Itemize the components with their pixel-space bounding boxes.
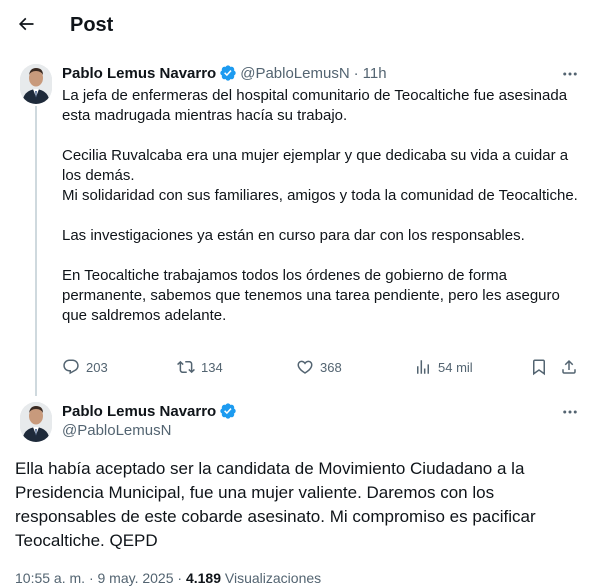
repost-button[interactable]: 134	[177, 358, 223, 376]
tweet-author-row: Pablo Lemus Navarro	[62, 402, 240, 420]
bookmark-button[interactable]	[530, 358, 548, 376]
more-options-button[interactable]	[558, 402, 582, 422]
dot-separator: ·	[88, 570, 94, 586]
tweet-action-bar: 203 134 368 54 mil	[62, 358, 582, 380]
like-button[interactable]: 368	[296, 358, 342, 376]
more-horizontal-icon	[563, 410, 577, 414]
reply-icon	[63, 359, 79, 375]
bookmark-icon	[533, 359, 545, 376]
tweet-paragraph: En Teocaltiche trabajamos todos los órde…	[62, 267, 560, 324]
tweet-text: La jefa de enfermeras del hospital comun…	[62, 86, 582, 326]
views-button[interactable]: 54 mil	[414, 358, 473, 376]
repost-icon	[177, 360, 195, 374]
avatar[interactable]	[20, 64, 52, 104]
author-handle[interactable]: @PabloLemusN	[62, 422, 171, 439]
tweet-paragraph: Cecilia Ruvalcaba era una mujer ejemplar…	[62, 147, 569, 184]
views-chart-icon	[417, 360, 429, 374]
tweet-timestamp[interactable]: 10:55 a. m.	[15, 570, 85, 586]
page-title: Post	[70, 14, 114, 36]
more-horizontal-icon	[563, 72, 577, 76]
reply-count: 203	[86, 359, 108, 375]
tweet-paragraph: La jefa de enfermeras del hospital comun…	[62, 87, 568, 124]
more-options-button[interactable]	[558, 64, 582, 84]
author-name[interactable]: Pablo Lemus Navarro	[62, 403, 216, 420]
tweet-date[interactable]: 9 may. 2025	[98, 570, 174, 586]
views-count: 54 mil	[438, 359, 473, 375]
tweet-paragraph: Mi solidaridad con sus familiares, amigo…	[62, 187, 578, 204]
author-handle[interactable]: @PabloLemusN	[240, 65, 349, 82]
reply-button[interactable]: 203	[62, 358, 108, 376]
author-name[interactable]: Pablo Lemus Navarro	[62, 65, 216, 82]
tweet-header: Pablo Lemus Navarro @PabloLemusN · 11h	[62, 64, 387, 82]
verified-badge-icon	[220, 403, 236, 419]
top-bar: Post	[0, 0, 595, 52]
tweet-metadata: 10:55 a. m. · 9 may. 2025 · 4.189 Visual…	[15, 570, 321, 586]
views-label: Visualizaciones	[224, 570, 322, 586]
back-button[interactable]	[12, 10, 40, 38]
arrow-left-icon	[18, 17, 34, 31]
share-button[interactable]	[560, 358, 578, 376]
like-count: 368	[320, 359, 342, 375]
tweet-paragraph: Las investigaciones ya están en curso pa…	[62, 227, 525, 244]
repost-count: 134	[201, 359, 223, 375]
views-total: 4.189	[185, 570, 222, 586]
profile-photo	[20, 402, 52, 442]
tweet-time[interactable]: 11h	[363, 65, 387, 82]
tweet-text: Ella había aceptado ser la candidata de …	[15, 459, 536, 550]
share-icon	[562, 359, 576, 374]
verified-badge-icon	[220, 65, 236, 81]
thread-connector-line	[35, 106, 37, 396]
dot-separator: ·	[353, 64, 359, 82]
heart-icon	[297, 360, 313, 374]
avatar[interactable]	[20, 402, 52, 442]
dot-separator: ·	[177, 570, 183, 586]
profile-photo	[20, 64, 52, 104]
